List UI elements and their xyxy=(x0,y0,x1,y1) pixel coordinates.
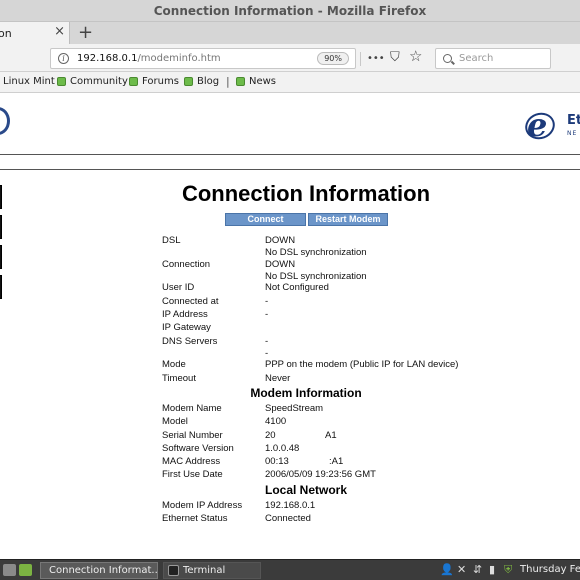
side-nav-item[interactable] xyxy=(0,215,2,239)
info-value: 192.168.0.1 xyxy=(265,500,316,511)
brand-logo: e Et NE xyxy=(521,106,580,144)
taskbar-item-terminal[interactable]: Terminal xyxy=(163,562,261,579)
search-placeholder: Search xyxy=(459,53,494,64)
search-input[interactable]: Search xyxy=(435,48,551,69)
page-actions-icon[interactable]: ••• xyxy=(367,50,385,68)
info-label: MAC Address xyxy=(162,456,221,467)
info-value: - xyxy=(265,296,269,307)
close-tab-icon[interactable]: × xyxy=(54,24,65,39)
tools-icon[interactable]: ✕ xyxy=(457,563,466,576)
info-label: DSL xyxy=(162,235,181,246)
user-icon[interactable]: 👤 xyxy=(440,563,454,576)
info-label: Connection xyxy=(162,259,211,270)
info-label: User ID xyxy=(162,282,195,293)
search-icon xyxy=(443,54,452,63)
bookmark-favicon-icon xyxy=(184,77,193,86)
section-title-local-network: Local Network xyxy=(264,483,348,497)
tab-label: on xyxy=(0,26,12,40)
tab-connection-information[interactable]: on × xyxy=(0,22,70,44)
info-label: Connected at xyxy=(162,296,219,307)
section-title-modem-information: Modem Information xyxy=(250,386,362,400)
tab-strip: on × + xyxy=(0,22,580,44)
info-label: IP Address xyxy=(162,309,208,320)
brand-logo-left xyxy=(0,107,10,135)
info-value: Not Configured xyxy=(265,282,329,293)
bookmark-blog[interactable]: Blog xyxy=(184,76,219,87)
bookmarks-toolbar: Linux Mint Community Forums Blog | News xyxy=(0,72,580,93)
info-value: 00:13 :A1 xyxy=(265,456,344,467)
system-taskbar: Connection Informat... Terminal 👤 ✕ ⇵ ▮ … xyxy=(0,559,580,580)
info-value: 1.0.0.48 xyxy=(265,443,300,454)
info-label: First Use Date xyxy=(162,469,223,480)
info-label: Mode xyxy=(162,359,186,370)
bookmark-linux-mint[interactable]: Linux Mint xyxy=(3,76,55,87)
side-nav-item[interactable] xyxy=(0,245,2,269)
bookmark-favicon-icon xyxy=(236,77,245,86)
files-icon[interactable] xyxy=(19,564,32,576)
bookmark-separator: | xyxy=(226,75,230,88)
toolbar-divider xyxy=(360,52,361,66)
taskbar-item-label: Terminal xyxy=(183,565,226,576)
info-label: Ethernet Status xyxy=(162,513,228,524)
header-divider xyxy=(0,169,580,170)
zoom-level-button[interactable]: 90% xyxy=(317,52,349,65)
url-bar[interactable]: i 192.168.0.1 /modeminfo.htm 90% xyxy=(50,48,356,69)
info-value: Connected xyxy=(265,513,311,524)
web-page: e Et NE Connection Information Connect R… xyxy=(0,93,580,559)
logo-subtext: NE xyxy=(567,130,578,137)
info-label: Timeout xyxy=(162,373,196,384)
info-value: DOWN No DSL synchronization xyxy=(265,235,367,258)
bookmark-label: News xyxy=(249,76,277,87)
bookmark-favicon-icon xyxy=(57,77,66,86)
header-divider xyxy=(0,154,580,155)
connect-button[interactable]: Connect xyxy=(225,213,306,226)
info-value: 2006/05/09 19:23:56 GMT xyxy=(265,469,376,480)
bookmark-label: Linux Mint xyxy=(3,76,55,87)
bookmark-forums[interactable]: Forums xyxy=(129,76,179,87)
new-tab-button[interactable]: + xyxy=(78,22,93,44)
info-value: Never xyxy=(265,373,291,384)
info-value: SpeedStream xyxy=(265,403,324,414)
info-value: 4100 xyxy=(265,416,287,427)
site-info-icon[interactable]: i xyxy=(58,53,69,64)
info-label: Software Version xyxy=(162,443,234,454)
bookmark-label: Community xyxy=(70,76,128,87)
bookmark-community[interactable]: Community xyxy=(57,76,128,87)
info-value: DOWN No DSL synchronization xyxy=(265,259,367,282)
bookmark-label: Forums xyxy=(142,76,179,87)
info-label: Serial Number xyxy=(162,430,223,441)
info-label: Modem Name xyxy=(162,403,222,414)
info-value: PPP on the modem (Public IP for LAN devi… xyxy=(265,359,459,370)
side-nav-item[interactable] xyxy=(0,275,2,299)
window-titlebar: Connection Information - Mozilla Firefox xyxy=(0,0,580,22)
network-icon[interactable]: ⇵ xyxy=(473,563,482,576)
page-title: Connection Information xyxy=(181,181,431,206)
info-label: Model xyxy=(162,416,188,427)
info-label: IP Gateway xyxy=(162,322,211,333)
bookmark-news[interactable]: News xyxy=(236,76,276,87)
clock[interactable]: Thursday Feb xyxy=(520,564,580,575)
info-label: Modem IP Address xyxy=(162,500,243,511)
taskbar-item-firefox[interactable]: Connection Informat... xyxy=(40,562,158,579)
terminal-icon xyxy=(168,565,179,576)
info-value: 20 A1 xyxy=(265,430,337,441)
bookmark-favicon-icon xyxy=(129,77,138,86)
bookmark-star-icon[interactable]: ☆ xyxy=(409,47,422,65)
taskbar-item-label: Connection Informat... xyxy=(49,565,158,576)
info-value: - xyxy=(265,309,269,320)
url-host: 192.168.0.1 xyxy=(77,53,138,64)
shield-icon[interactable]: ⛨ xyxy=(504,563,512,577)
restart-modem-button[interactable]: Restart Modem xyxy=(308,213,388,226)
url-path: /modeminfo.htm xyxy=(137,53,221,64)
info-label: DNS Servers xyxy=(162,336,218,347)
pocket-icon[interactable]: ⛉ xyxy=(390,49,400,67)
logo-letter: e xyxy=(527,106,548,144)
window-title: Connection Information - Mozilla Firefox xyxy=(153,3,427,18)
desktop-icon[interactable] xyxy=(3,564,16,576)
battery-icon[interactable]: ▮ xyxy=(489,563,495,576)
navigation-toolbar: i 192.168.0.1 /modeminfo.htm 90% ••• ⛉ ☆… xyxy=(0,44,580,72)
bookmark-label: Blog xyxy=(197,76,220,87)
info-value: - - xyxy=(265,336,269,359)
logo-brand-text: Et xyxy=(567,113,580,128)
